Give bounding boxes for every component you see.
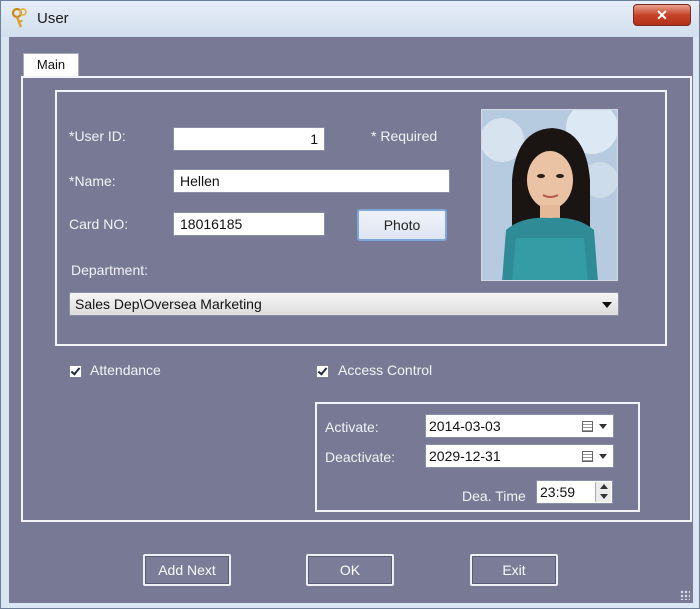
dialog-body: Main *User ID: * Required *Name: Card NO… [9,37,693,603]
attendance-label: Attendance [90,362,161,378]
chevron-down-icon [602,302,612,308]
chevron-down-icon [599,424,607,429]
department-value: Sales Dep\Oversea Marketing [75,296,262,312]
card-no-label: Card NO: [69,216,129,232]
user-photo [481,109,618,281]
user-dialog: User ✕ Main *User ID: * Required *Name: … [0,0,700,609]
deactivate-date-value: 2029-12-31 [429,448,501,464]
required-note: * Required [371,128,438,144]
calendar-icon [582,451,593,462]
dea-time-value: 23:59 [540,484,576,500]
close-button[interactable]: ✕ [633,4,691,26]
check-icon [317,365,328,376]
time-spinner[interactable] [595,482,611,502]
access-control-checkbox[interactable] [316,365,329,378]
ok-button[interactable]: OK [306,554,394,586]
activate-date-picker[interactable]: 2014-03-03 [425,414,614,438]
window-title: User [37,10,69,27]
name-label: *Name: [69,173,116,189]
activate-label: Activate: [325,419,379,435]
user-id-field[interactable] [173,127,325,151]
resize-grip-icon[interactable] [680,590,690,600]
deactivate-label: Deactivate: [325,449,396,465]
spin-up-icon[interactable] [600,484,608,489]
access-control-group: Activate: 2014-03-03 Deactivate: 2029-12… [315,402,640,512]
title-bar[interactable]: User ✕ [1,1,699,37]
department-label: Department: [71,262,149,278]
add-next-button[interactable]: Add Next [143,554,231,586]
user-id-label: *User ID: [69,128,126,144]
portrait-image [482,110,617,280]
exit-button[interactable]: Exit [470,554,558,586]
user-info-group: *User ID: * Required *Name: Card NO: Pho… [55,90,667,346]
photo-button[interactable]: Photo [357,209,447,241]
access-control-label: Access Control [338,362,433,378]
dea-time-label: Dea. Time [462,488,526,504]
spin-down-icon[interactable] [600,494,608,499]
deactivate-date-picker[interactable]: 2029-12-31 [425,444,614,468]
name-field[interactable] [173,169,450,193]
calendar-icon [582,421,593,432]
keys-icon [11,8,27,28]
department-dropdown[interactable]: Sales Dep\Oversea Marketing [69,292,619,316]
card-no-field[interactable] [173,212,325,236]
tab-page-main: *User ID: * Required *Name: Card NO: Pho… [21,76,692,522]
activate-date-value: 2014-03-03 [429,418,501,434]
tab-main[interactable]: Main [23,53,79,77]
chevron-down-icon [599,454,607,459]
close-icon: ✕ [656,7,668,23]
check-icon [70,365,81,376]
attendance-checkbox[interactable] [69,365,82,378]
dea-time-field[interactable]: 23:59 [536,480,613,504]
